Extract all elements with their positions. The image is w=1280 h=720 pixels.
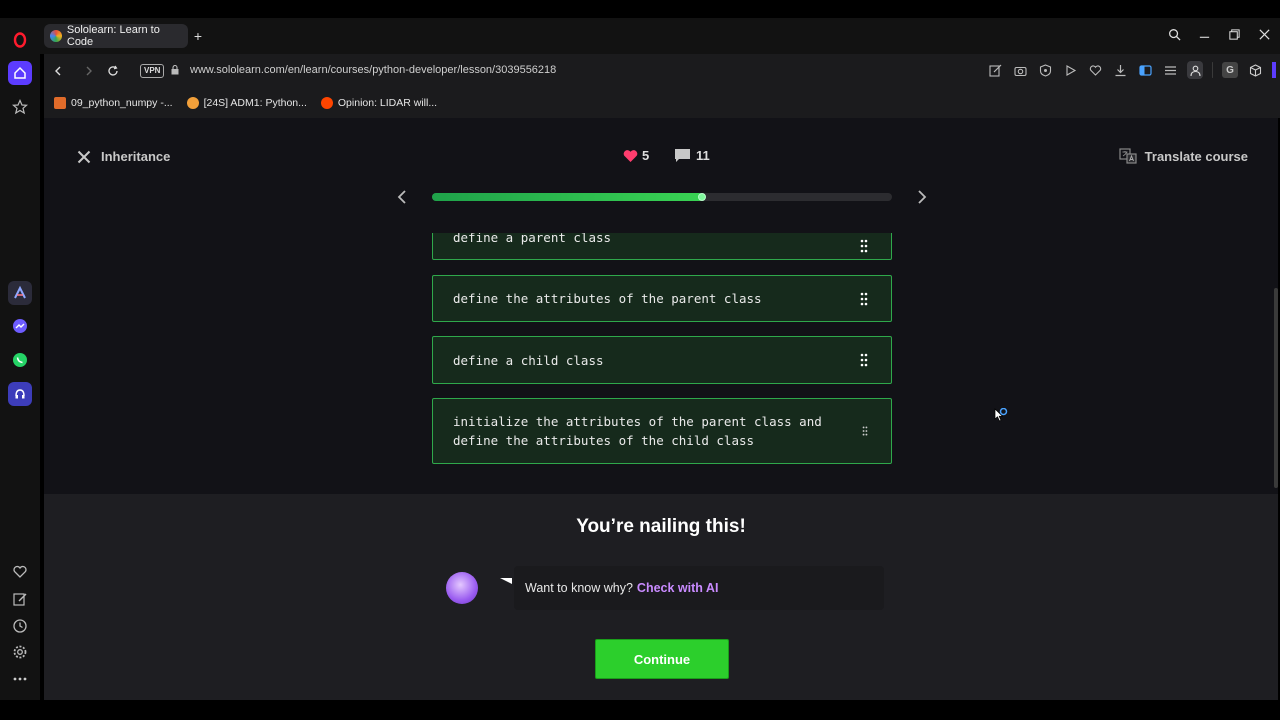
settings-gear-icon[interactable] bbox=[8, 640, 32, 664]
close-window-icon[interactable] bbox=[1256, 26, 1272, 42]
profile-icon[interactable] bbox=[1187, 61, 1203, 79]
minimize-icon[interactable] bbox=[1196, 26, 1212, 42]
address-bar-row: VPN www.sololearn.com/en/learn/courses/p… bbox=[44, 54, 1280, 88]
toolbar-divider bbox=[1212, 62, 1213, 78]
bookmark-label: Opinion: LIDAR will... bbox=[337, 97, 438, 109]
continue-button[interactable]: Continue bbox=[595, 639, 729, 679]
translate-label: Translate course bbox=[1144, 148, 1248, 164]
toolbar: G bbox=[987, 61, 1276, 79]
check-with-ai-link[interactable]: Check with AI bbox=[637, 581, 719, 595]
bookmark-item[interactable]: Opinion: LIDAR will... bbox=[320, 97, 438, 109]
ad-blocker-icon[interactable] bbox=[1037, 61, 1053, 79]
feedback-heading: You’re nailing this! bbox=[576, 516, 746, 537]
ai-bubble: Want to know why? Check with AI bbox=[514, 566, 884, 610]
order-card[interactable]: define a child class bbox=[432, 336, 892, 384]
lesson-progress-bar bbox=[432, 193, 892, 201]
reddit-icon bbox=[320, 97, 333, 109]
feedback-panel: You’re nailing this! Want to know why? C… bbox=[44, 494, 1278, 700]
order-card[interactable]: initialize the attributes of the parent … bbox=[432, 398, 892, 464]
progress-knob bbox=[698, 193, 707, 201]
window-controls bbox=[1166, 26, 1272, 42]
browser-window: Sololearn: Learn to Code + VPN www.solol… bbox=[0, 0, 1280, 720]
sololearn-favicon-icon bbox=[50, 30, 62, 42]
opera-logo-icon[interactable] bbox=[8, 28, 32, 52]
order-card[interactable]: define a parent class bbox=[432, 233, 892, 260]
back-icon[interactable] bbox=[50, 63, 66, 79]
favorites-heart-icon[interactable] bbox=[1087, 61, 1103, 79]
hearts-count: 5 bbox=[642, 148, 650, 163]
bookmark-item[interactable]: 09_python_numpy -... bbox=[54, 97, 173, 109]
vpn-badge[interactable]: VPN bbox=[140, 64, 165, 78]
download-icon[interactable] bbox=[1112, 61, 1128, 79]
card-text: define the attributes of the parent clas… bbox=[453, 291, 762, 306]
comment-icon bbox=[675, 149, 690, 162]
card-text: define a parent class bbox=[453, 233, 612, 245]
star-icon[interactable] bbox=[8, 95, 32, 119]
order-card[interactable]: define the attributes of the parent clas… bbox=[432, 275, 892, 322]
lesson-progress-fill bbox=[432, 193, 707, 201]
bubble-tail bbox=[500, 578, 512, 584]
ai-prompt-text: Want to know why? bbox=[525, 581, 633, 595]
messenger-icon[interactable] bbox=[8, 314, 32, 338]
heart-icon[interactable] bbox=[8, 560, 32, 584]
drag-handle-icon[interactable] bbox=[862, 426, 868, 436]
ordering-cards-list: define a parent class define the attribu… bbox=[432, 233, 892, 492]
easy-setup-icon[interactable] bbox=[1162, 61, 1178, 79]
hearts-counter[interactable]: 5 bbox=[623, 148, 649, 163]
bookmark-label: 09_python_numpy -... bbox=[71, 97, 173, 109]
loading-cursor-icon bbox=[994, 408, 1008, 422]
accent-indicator bbox=[1272, 62, 1276, 78]
reload-icon[interactable] bbox=[105, 63, 121, 79]
player-icon[interactable] bbox=[1062, 61, 1078, 79]
drag-handle-icon[interactable] bbox=[860, 292, 868, 306]
extension-g-icon[interactable]: G bbox=[1222, 62, 1238, 78]
tab-title: Sololearn: Learn to Code bbox=[66, 24, 160, 48]
url-field[interactable]: www.sololearn.com/en/learn/courses/pytho… bbox=[190, 64, 556, 76]
close-lesson-icon[interactable] bbox=[76, 149, 92, 165]
camera-icon[interactable] bbox=[1012, 61, 1028, 79]
ai-avatar-icon bbox=[446, 572, 478, 604]
ai-explain-row: Want to know why? Check with AI bbox=[444, 566, 884, 610]
next-arrow-icon[interactable] bbox=[914, 188, 930, 206]
history-icon[interactable] bbox=[8, 614, 32, 638]
restore-icon[interactable] bbox=[1226, 26, 1242, 42]
tab-sololearn[interactable]: Sololearn: Learn to Code bbox=[44, 24, 188, 48]
bookmark-label: [24S] ADM1: Python... bbox=[203, 97, 307, 109]
bookmark-item[interactable]: [24S] ADM1: Python... bbox=[186, 97, 307, 109]
bookmarks-bar: 09_python_numpy -... [24S] ADM1: Python.… bbox=[44, 88, 1280, 118]
translate-icon bbox=[1119, 148, 1137, 164]
translate-course-button[interactable]: Translate course bbox=[1119, 148, 1248, 164]
search-icon[interactable] bbox=[1166, 26, 1182, 42]
new-tab-button[interactable]: + bbox=[190, 28, 206, 44]
extensions-cube-icon[interactable] bbox=[1247, 61, 1263, 79]
whatsapp-icon[interactable] bbox=[8, 348, 32, 372]
more-icon[interactable] bbox=[8, 667, 32, 691]
lock-icon[interactable] bbox=[171, 65, 179, 75]
comments-count: 11 bbox=[696, 148, 710, 163]
share-edit-icon[interactable] bbox=[987, 61, 1003, 79]
lesson-title: Inheritance bbox=[101, 149, 171, 164]
previous-arrow-icon[interactable] bbox=[394, 188, 410, 206]
heart-filled-icon bbox=[623, 149, 638, 162]
edit-icon[interactable] bbox=[8, 587, 32, 611]
drag-handle-icon[interactable] bbox=[860, 353, 868, 367]
page-scrollbar[interactable] bbox=[1274, 288, 1278, 488]
music-player-icon[interactable] bbox=[8, 382, 32, 406]
card-text: initialize the attributes of the parent … bbox=[453, 414, 822, 448]
drag-handle-icon[interactable] bbox=[860, 239, 868, 253]
lesson-header: Inheritance 5 11 Translate course bbox=[44, 118, 1278, 204]
card-text: define a child class bbox=[453, 352, 604, 368]
opera-sidebar bbox=[0, 18, 40, 700]
home-icon[interactable] bbox=[8, 61, 32, 85]
tab-strip: Sololearn: Learn to Code + bbox=[40, 18, 1280, 54]
moodle-icon bbox=[186, 97, 199, 109]
notebook-icon bbox=[54, 97, 66, 109]
forward-icon[interactable] bbox=[81, 63, 97, 79]
sololearn-page: Inheritance 5 11 Translate course define… bbox=[44, 118, 1278, 700]
comments-counter[interactable]: 11 bbox=[674, 148, 710, 163]
sidebar-toggle-icon[interactable] bbox=[1137, 61, 1153, 79]
aria-icon[interactable] bbox=[8, 281, 32, 305]
